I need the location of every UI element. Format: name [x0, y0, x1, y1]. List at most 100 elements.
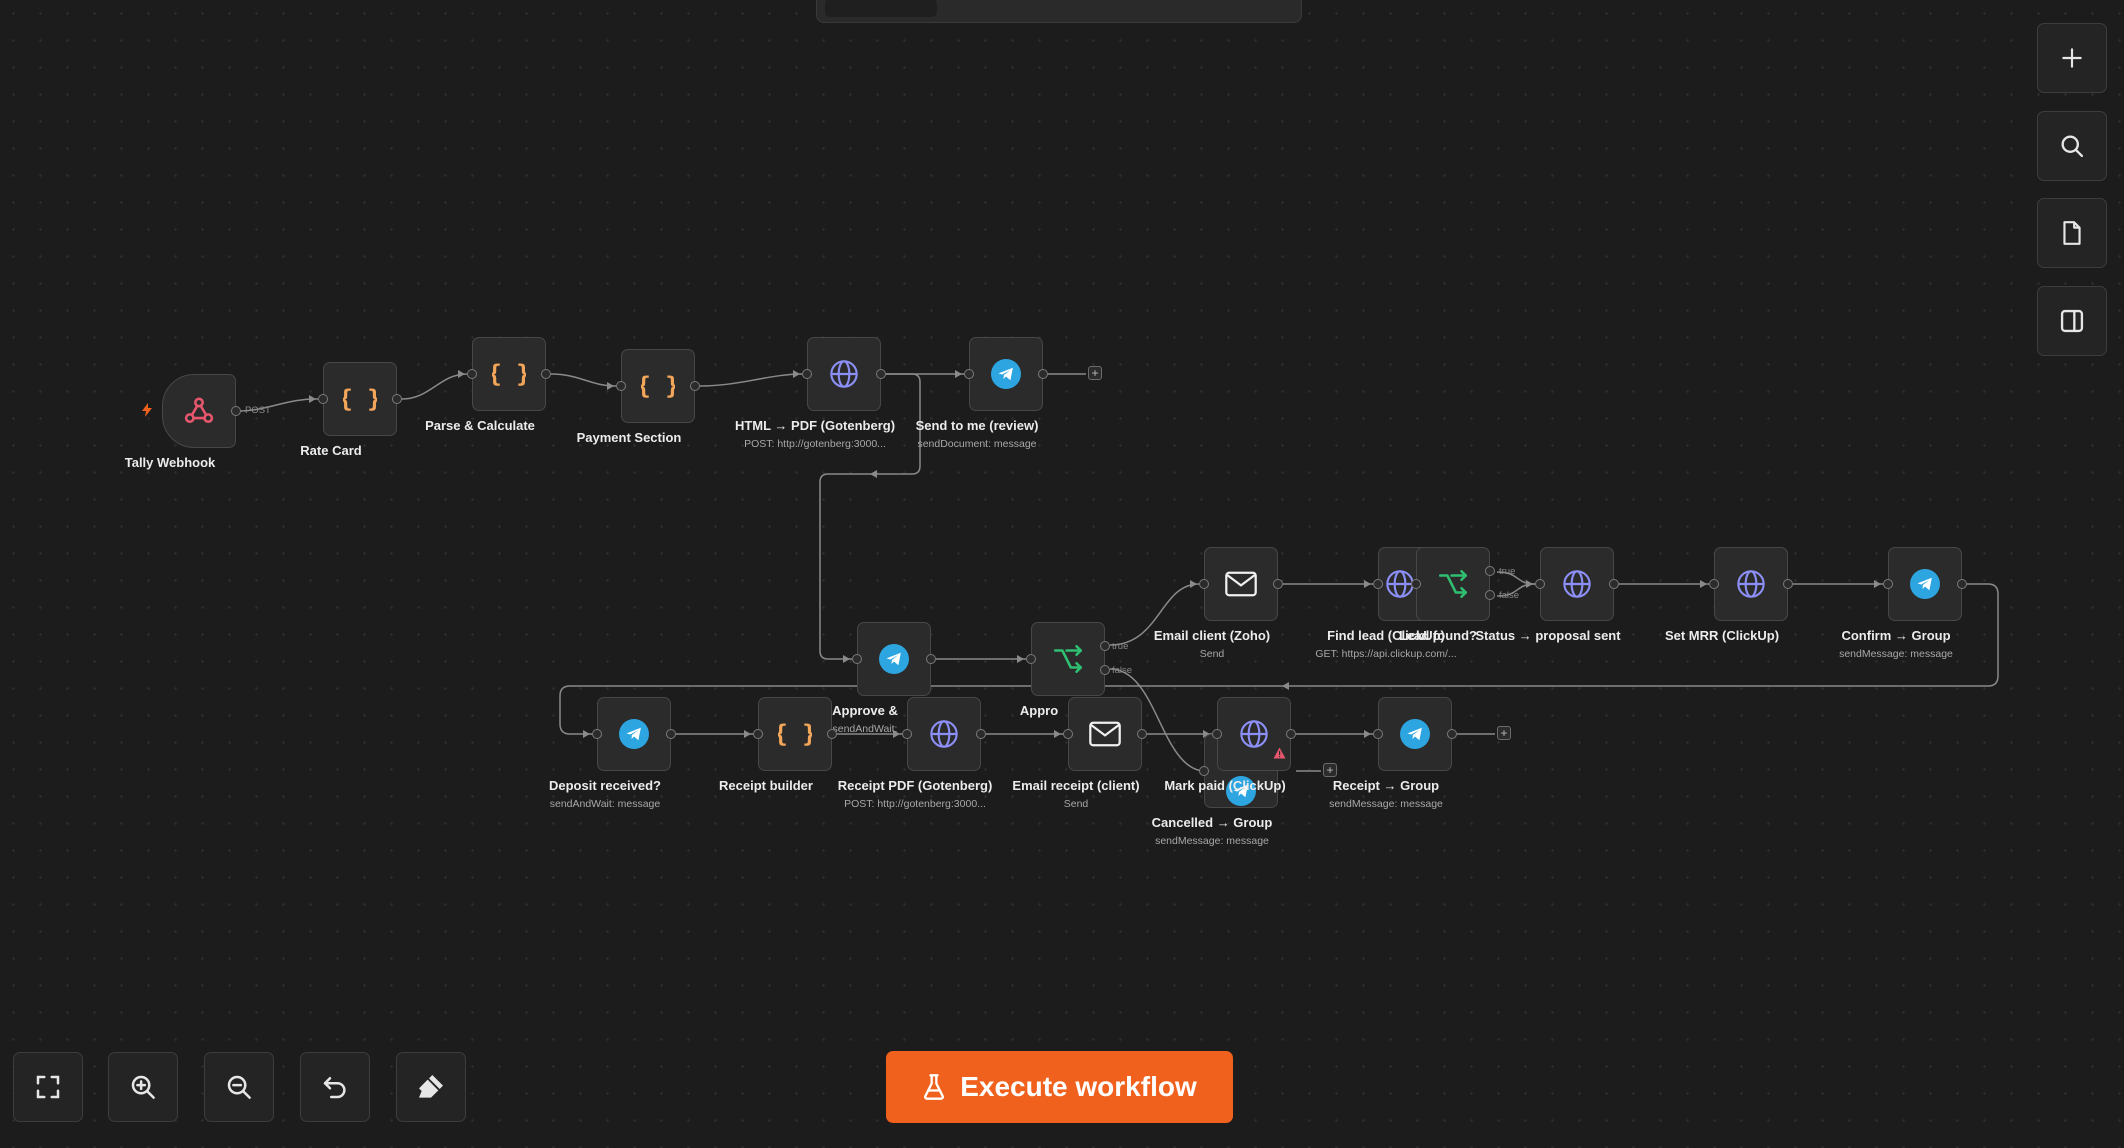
connection-line[interactable] [401, 373, 468, 400]
node-email-client-zoho[interactable]: Email client (Zoho) Send [1154, 547, 1283, 660]
add-sticky-note-button[interactable] [2037, 198, 2107, 268]
output-port[interactable] [1447, 729, 1457, 739]
output-port-true[interactable] [1100, 641, 1110, 651]
warning-icon [1273, 746, 1286, 764]
input-port[interactable] [318, 394, 328, 404]
output-port[interactable] [1783, 579, 1793, 589]
code-braces-icon: { } [778, 719, 812, 749]
input-port[interactable] [852, 654, 862, 664]
output-port[interactable] [1137, 729, 1147, 739]
toggle-panel-button[interactable] [2037, 286, 2107, 356]
input-port[interactable] [1199, 579, 1209, 589]
node-send-to-me-review[interactable]: Send to me (review) sendDocument: message [916, 337, 1048, 450]
output-port[interactable] [1038, 369, 1048, 379]
panel-icon [2058, 307, 2086, 335]
node-receipt-builder[interactable]: { } Receipt builder [719, 697, 837, 793]
output-port[interactable] [976, 729, 986, 739]
node-lead-found-if[interactable]: Lead found? [1399, 547, 1495, 643]
connection-arrow [309, 395, 316, 403]
node-tally-webhook[interactable]: Tally Webhook [125, 374, 241, 470]
node-label: Email client (Zoho) Send [1153, 628, 1271, 660]
undo-button[interactable] [300, 1052, 370, 1122]
connection-line[interactable] [819, 373, 921, 660]
output-port[interactable] [541, 369, 551, 379]
node-confirm-group[interactable]: Confirm → Group sendMessage: message [1839, 547, 1967, 660]
input-port[interactable] [616, 381, 626, 391]
output-port[interactable] [1957, 579, 1967, 589]
output-port[interactable] [690, 381, 700, 391]
node-mark-paid-clickup[interactable]: Mark paid (ClickUp) [1164, 697, 1296, 793]
output-port[interactable] [1286, 729, 1296, 739]
workflow-canvas[interactable]: Tally Webhook { } Rate Card { } Parse & … [0, 0, 2124, 1148]
node-parse-calculate[interactable]: { } Parse & Calculate [425, 337, 551, 433]
node-payment-section[interactable]: { } Payment Section [577, 349, 700, 445]
input-port[interactable] [1063, 729, 1073, 739]
output-port[interactable] [827, 729, 837, 739]
output-port[interactable] [876, 369, 886, 379]
node-status-proposal-sent[interactable]: Status → proposal sent [1475, 547, 1621, 643]
input-port[interactable] [1026, 654, 1036, 664]
input-port[interactable] [1535, 579, 1545, 589]
connection-arrow [744, 730, 751, 738]
add-node-button[interactable] [2037, 23, 2107, 93]
output-port[interactable] [926, 654, 936, 664]
node-receipt-pdf-gotenberg[interactable]: Receipt PDF (Gotenberg) POST: http://gote… [838, 697, 992, 810]
node-approve-send[interactable]: Approve & sendAndWait: [832, 622, 936, 735]
input-port[interactable] [467, 369, 477, 379]
code-braces-icon: { } [343, 384, 377, 414]
tidy-up-button[interactable] [396, 1052, 466, 1122]
output-port[interactable] [392, 394, 402, 404]
input-port[interactable] [902, 729, 912, 739]
connection-line[interactable] [699, 373, 803, 387]
input-port[interactable] [1199, 766, 1209, 776]
output-port[interactable] [231, 406, 241, 416]
output-port[interactable] [666, 729, 676, 739]
add-connection-button[interactable]: + [1088, 366, 1102, 380]
input-port[interactable] [1411, 579, 1421, 589]
output-port-false[interactable] [1100, 665, 1110, 675]
globe-icon [1238, 718, 1270, 750]
header-bar [816, 0, 1302, 23]
sticky-note-icon [2059, 219, 2085, 247]
add-connection-button[interactable]: + [1323, 763, 1337, 777]
node-html-to-pdf[interactable]: HTML → PDF (Gotenberg) POST: http://goten… [735, 337, 895, 450]
input-port[interactable] [1373, 729, 1383, 739]
header-tab[interactable] [825, 0, 937, 17]
telegram-icon [619, 719, 649, 749]
mail-icon [1088, 720, 1122, 748]
code-braces-icon: { } [641, 371, 675, 401]
output-port-false[interactable] [1485, 590, 1495, 600]
input-port[interactable] [802, 369, 812, 379]
connection-arrow [843, 655, 850, 663]
connection-arrow [1700, 580, 1707, 588]
node-label: Payment Section [576, 430, 682, 445]
node-receipt-group[interactable]: Receipt → Group sendMessage: message [1329, 697, 1457, 810]
zoom-in-button[interactable] [108, 1052, 178, 1122]
input-port[interactable] [592, 729, 602, 739]
connection-line[interactable] [550, 373, 617, 387]
node-label: Receipt → Group sendMessage: message [1329, 778, 1443, 810]
input-port[interactable] [1709, 579, 1719, 589]
search-button[interactable] [2037, 111, 2107, 181]
execute-workflow-button[interactable]: Execute workflow [886, 1051, 1233, 1123]
input-port[interactable] [753, 729, 763, 739]
zoom-out-button[interactable] [204, 1052, 274, 1122]
input-port[interactable] [1373, 579, 1383, 589]
node-deposit-received[interactable]: Deposit received? sendAndWait: message [549, 697, 676, 810]
node-label: Send to me (review) sendDocument: message [915, 418, 1039, 450]
node-approved-if[interactable]: Appro [1020, 622, 1110, 718]
node-label: Cancelled → Group sendMessage: message [1151, 815, 1273, 847]
node-email-receipt-client[interactable]: Email receipt (client) Send [1012, 697, 1147, 810]
telegram-icon [991, 359, 1021, 389]
input-port[interactable] [964, 369, 974, 379]
input-port[interactable] [1212, 729, 1222, 739]
output-port[interactable] [1609, 579, 1619, 589]
input-port[interactable] [1883, 579, 1893, 589]
node-set-mrr-clickup[interactable]: Set MRR (ClickUp) [1665, 547, 1793, 643]
add-connection-button[interactable]: + [1497, 726, 1511, 740]
output-port-true[interactable] [1485, 566, 1495, 576]
fit-view-button[interactable] [13, 1052, 83, 1122]
connection-arrow [583, 730, 590, 738]
edge-label-false: false [1112, 665, 1133, 676]
output-port[interactable] [1273, 579, 1283, 589]
